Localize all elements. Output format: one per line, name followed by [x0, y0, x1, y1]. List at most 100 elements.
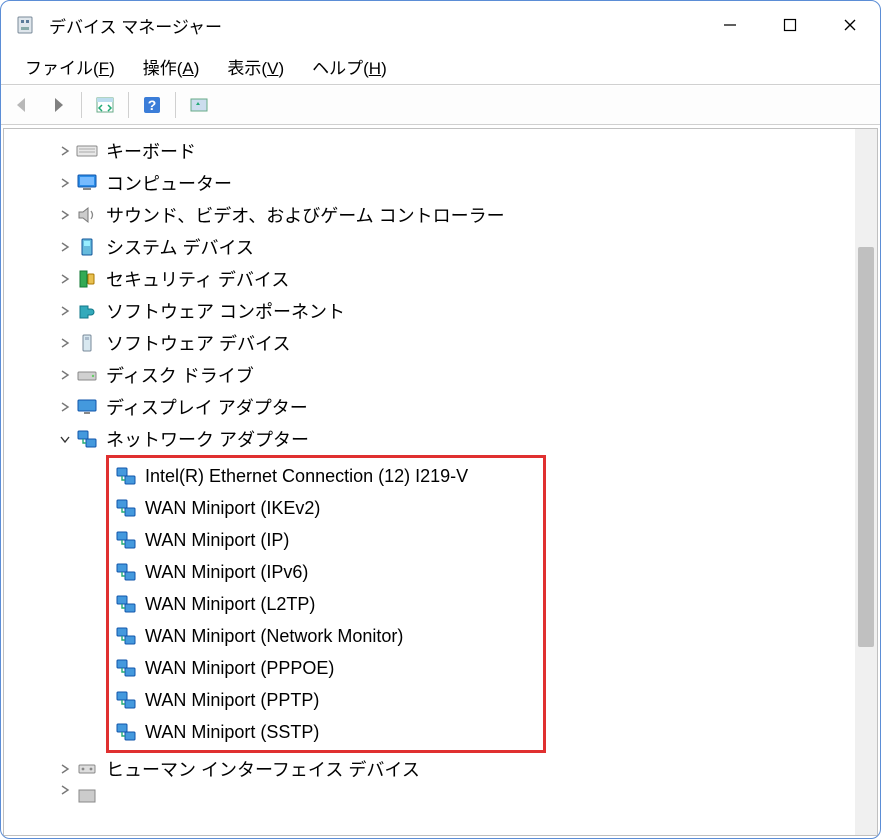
toolbar-sep [175, 92, 176, 118]
network-icon [76, 428, 98, 450]
toolbar: ? [1, 85, 880, 125]
tree-label: コンピューター [106, 170, 232, 196]
tree-node-display[interactable]: ディスプレイ アダプター [8, 391, 855, 423]
tree-node-keyboard[interactable]: キーボード [8, 135, 855, 167]
tree-label: サウンド、ビデオ、およびゲーム コントローラー [106, 202, 505, 228]
adapter-icon [115, 593, 137, 615]
tree-node-adapter[interactable]: WAN Miniport (PPPOE) [109, 652, 543, 684]
tree-node-adapter[interactable]: Intel(R) Ethernet Connection (12) I219-V [109, 460, 543, 492]
chevron-right-icon[interactable] [56, 338, 74, 348]
tree-node-adapter[interactable]: WAN Miniport (Network Monitor) [109, 620, 543, 652]
adapter-icon [115, 625, 137, 647]
tree-label: ソフトウェア コンポーネント [106, 298, 345, 324]
tree-label: ネットワーク アダプター [106, 426, 309, 452]
tree-node-component[interactable]: ソフトウェア コンポーネント [8, 295, 855, 327]
menu-action[interactable]: 操作(A) [129, 48, 214, 85]
adapter-icon [115, 657, 137, 679]
tree-node-adapter[interactable]: WAN Miniport (L2TP) [109, 588, 543, 620]
highlighted-region: Intel(R) Ethernet Connection (12) I219-V… [106, 455, 546, 753]
back-button[interactable] [7, 90, 37, 120]
tree-label: WAN Miniport (L2TP) [145, 594, 315, 615]
scrollbar-thumb[interactable] [858, 247, 874, 647]
chevron-right-icon[interactable] [56, 306, 74, 316]
adapter-icon [115, 561, 137, 583]
chevron-right-icon[interactable] [56, 178, 74, 188]
chevron-right-icon[interactable] [56, 402, 74, 412]
tree-label: WAN Miniport (IP) [145, 530, 289, 551]
tree-label: WAN Miniport (PPPOE) [145, 658, 334, 679]
tree-label: WAN Miniport (Network Monitor) [145, 626, 403, 647]
tree-node-softdev[interactable]: ソフトウェア デバイス [8, 327, 855, 359]
tree-label: セキュリティ デバイス [106, 266, 289, 292]
close-button[interactable] [820, 1, 880, 49]
menu-help[interactable]: ヘルプ(H) [298, 48, 401, 85]
display-icon [76, 396, 98, 418]
tree-node-adapter[interactable]: WAN Miniport (IP) [109, 524, 543, 556]
tree-node-adapter[interactable]: WAN Miniport (SSTP) [109, 716, 543, 748]
chevron-right-icon[interactable] [56, 764, 74, 774]
tree-label: キーボード [106, 138, 196, 164]
tree-node-system[interactable]: システム デバイス [8, 231, 855, 263]
security-icon [76, 268, 98, 290]
maximize-button[interactable] [760, 1, 820, 49]
tree-node-security[interactable]: セキュリティ デバイス [8, 263, 855, 295]
chevron-right-icon[interactable] [56, 242, 74, 252]
minimize-button[interactable] [700, 1, 760, 49]
adapter-icon [115, 689, 137, 711]
tree-label: ヒューマン インターフェイス デバイス [106, 756, 420, 782]
adapter-icon [115, 465, 137, 487]
help-button[interactable]: ? [137, 90, 167, 120]
tree-label: ディスク ドライブ [106, 362, 254, 388]
toolbar-sep [128, 92, 129, 118]
chevron-right-icon[interactable] [56, 370, 74, 380]
tree-node-hid[interactable]: ヒューマン インターフェイス デバイス [8, 753, 855, 785]
tree-node-adapter[interactable]: WAN Miniport (PPTP) [109, 684, 543, 716]
chevron-right-icon[interactable] [56, 210, 74, 220]
adapter-icon [115, 497, 137, 519]
adapter-icon [115, 721, 137, 743]
tree-label: WAN Miniport (IPv6) [145, 562, 308, 583]
tree-node-partial[interactable] [8, 785, 855, 803]
menu-file[interactable]: ファイル(F) [11, 48, 129, 85]
content-area: キーボード コンピューター サウンド、ビデオ、およびゲーム コントローラー シス… [1, 125, 880, 838]
tree-label: WAN Miniport (SSTP) [145, 722, 319, 743]
tree-node-sound[interactable]: サウンド、ビデオ、およびゲーム コントローラー [8, 199, 855, 231]
tree-node-adapter[interactable]: WAN Miniport (IKEv2) [109, 492, 543, 524]
chevron-right-icon[interactable] [56, 146, 74, 156]
tree-node-network[interactable]: ネットワーク アダプター [8, 423, 855, 455]
app-icon [15, 15, 35, 35]
vertical-scrollbar[interactable] [855, 129, 877, 835]
adapter-icon [115, 529, 137, 551]
tree-node-disk[interactable]: ディスク ドライブ [8, 359, 855, 391]
hid-icon [76, 758, 98, 780]
tree-label: Intel(R) Ethernet Connection (12) I219-V [145, 466, 468, 487]
tree-label: WAN Miniport (IKEv2) [145, 498, 320, 519]
scan-hardware-button[interactable] [184, 90, 214, 120]
device-icon [76, 785, 98, 803]
tree-label: ソフトウェア デバイス [106, 330, 290, 356]
tree-container: キーボード コンピューター サウンド、ビデオ、およびゲーム コントローラー シス… [3, 128, 878, 836]
system-icon [76, 236, 98, 258]
forward-button[interactable] [43, 90, 73, 120]
computer-icon [76, 172, 98, 194]
svg-text:?: ? [148, 97, 157, 113]
toolbar-sep [81, 92, 82, 118]
keyboard-icon [76, 140, 98, 162]
titlebar[interactable]: デバイス マネージャー [1, 1, 880, 49]
properties-button[interactable] [90, 90, 120, 120]
tree-label: システム デバイス [106, 234, 254, 260]
menubar: ファイル(F) 操作(A) 表示(V) ヘルプ(H) [1, 49, 880, 85]
device-manager-window: デバイス マネージャー ファイル(F) 操作(A) 表示(V) ヘルプ(H) ?… [0, 0, 881, 839]
tree-node-adapter[interactable]: WAN Miniport (IPv6) [109, 556, 543, 588]
tree-node-computer[interactable]: コンピューター [8, 167, 855, 199]
device-tree[interactable]: キーボード コンピューター サウンド、ビデオ、およびゲーム コントローラー シス… [4, 129, 855, 835]
window-title: デバイス マネージャー [49, 13, 700, 38]
chevron-down-icon[interactable] [56, 434, 74, 444]
chevron-right-icon[interactable] [56, 274, 74, 284]
softdev-icon [76, 332, 98, 354]
menu-view[interactable]: 表示(V) [213, 48, 298, 85]
chevron-right-icon[interactable] [56, 785, 74, 795]
tree-label: ディスプレイ アダプター [106, 394, 308, 420]
disk-icon [76, 364, 98, 386]
tree-label: WAN Miniport (PPTP) [145, 690, 319, 711]
